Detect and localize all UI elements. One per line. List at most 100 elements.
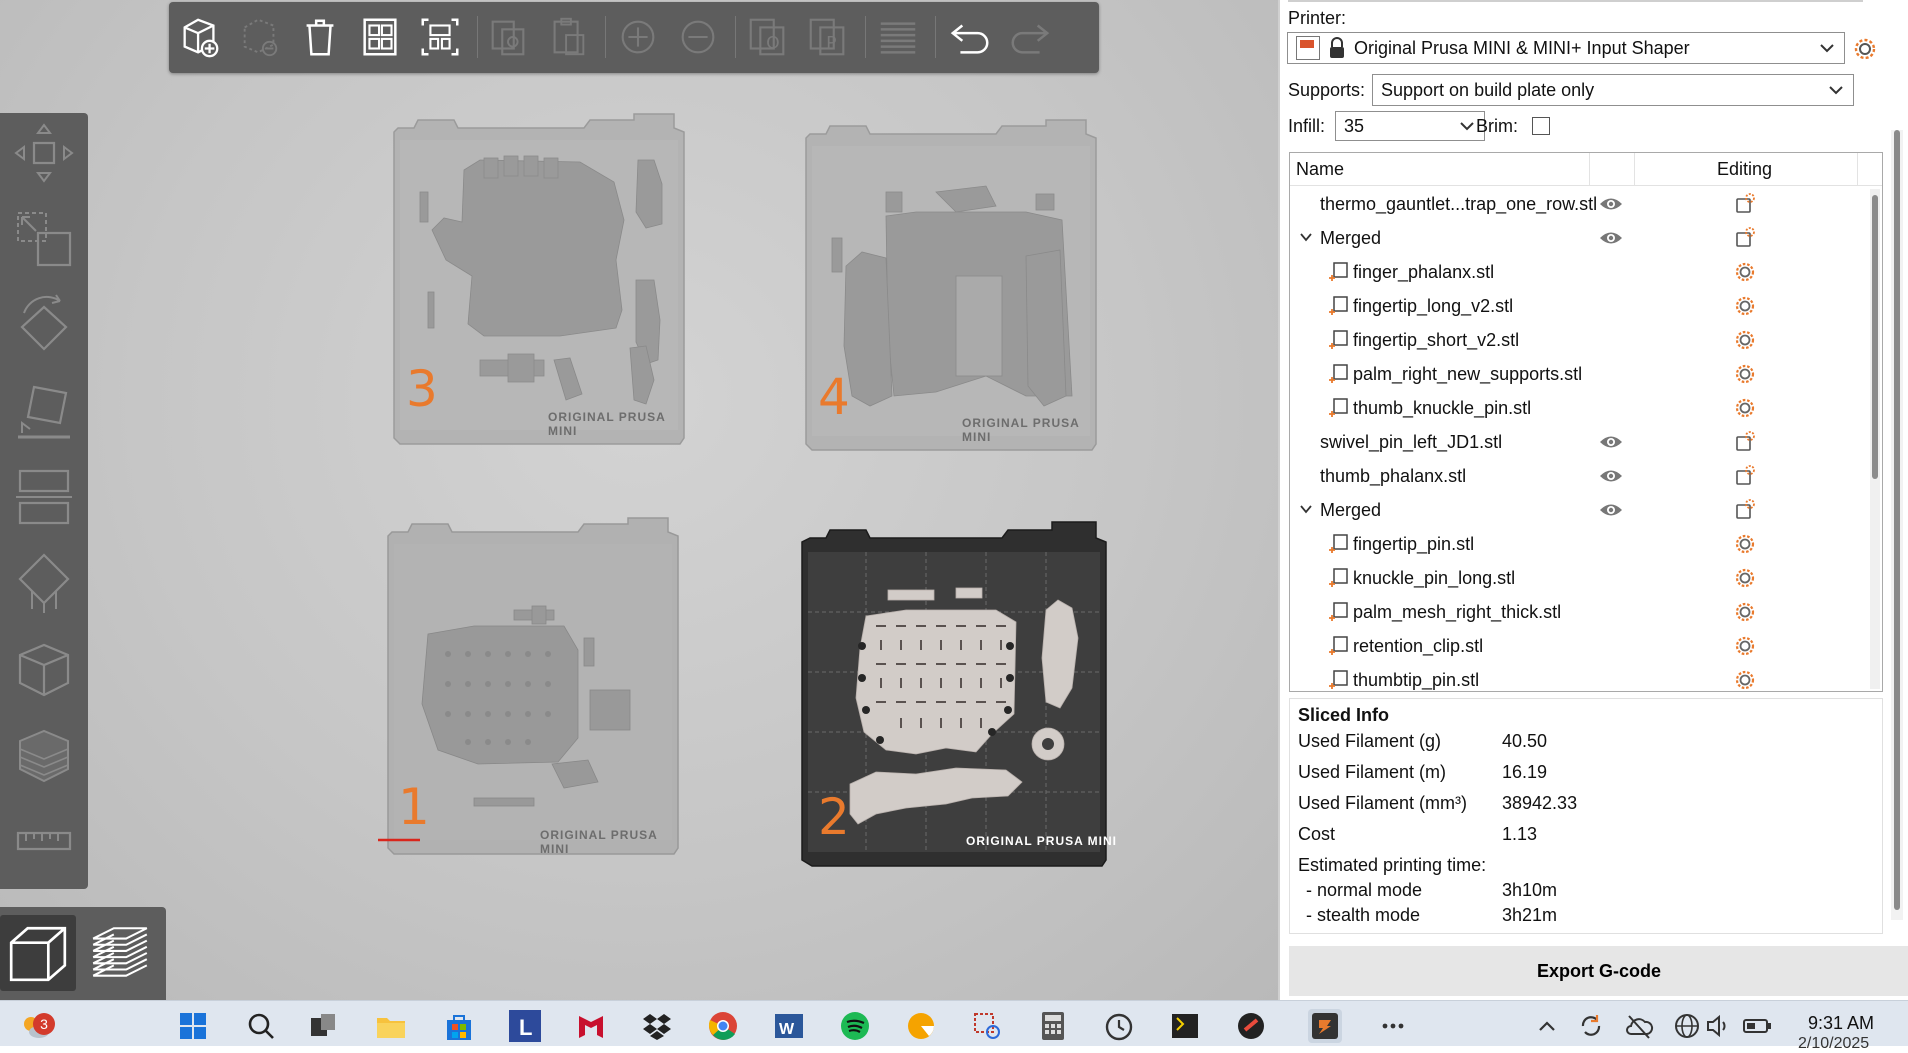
- object-row[interactable]: thumb_phalanx.stl: [1290, 459, 1865, 493]
- dropbox-icon[interactable]: [640, 1009, 674, 1043]
- infill-select[interactable]: 35: [1335, 111, 1485, 141]
- visibility-eye-icon[interactable]: [1599, 195, 1623, 213]
- measure-icon[interactable]: [6, 803, 82, 879]
- terminal-icon[interactable]: [1168, 1009, 1202, 1043]
- part-settings-gear-icon[interactable]: [1734, 329, 1756, 351]
- task-view-icon[interactable]: [306, 1009, 340, 1043]
- part-row[interactable]: palm_mesh_right_thick.stl: [1290, 595, 1865, 629]
- bed-3[interactable]: 3 ORIGINAL PRUSA MINI: [384, 110, 696, 448]
- sync-icon[interactable]: [1574, 1009, 1608, 1043]
- app-l-icon[interactable]: L: [508, 1009, 542, 1043]
- word-icon[interactable]: W: [772, 1009, 806, 1043]
- remove-instance-icon[interactable]: [673, 12, 723, 62]
- export-gcode-button[interactable]: Export G-code: [1289, 946, 1908, 996]
- object-row[interactable]: swivel_pin_left_JD1.stl: [1290, 425, 1865, 459]
- part-settings-gear-icon[interactable]: [1734, 295, 1756, 317]
- part-row[interactable]: fingertip_short_v2.stl: [1290, 323, 1865, 357]
- rotate-icon[interactable]: [6, 287, 82, 363]
- part-row[interactable]: thumb_knuckle_pin.stl: [1290, 391, 1865, 425]
- search-icon[interactable]: [244, 1009, 278, 1043]
- arrange-selection-icon[interactable]: [415, 12, 465, 62]
- calculator-icon[interactable]: [1036, 1009, 1070, 1043]
- preview-layers-icon[interactable]: [82, 915, 158, 991]
- part-settings-gear-icon[interactable]: [1734, 533, 1756, 555]
- spotify-icon[interactable]: [838, 1009, 872, 1043]
- more-apps-icon[interactable]: [1376, 1009, 1410, 1043]
- seam-painting-icon[interactable]: [6, 631, 82, 707]
- bed-4[interactable]: 4 ORIGINAL PRUSA MINI: [796, 116, 1108, 454]
- scale-icon[interactable]: [6, 201, 82, 277]
- part-row[interactable]: knuckle_pin_long.stl: [1290, 561, 1865, 595]
- cut-icon[interactable]: [6, 459, 82, 535]
- 3d-view-icon[interactable]: [0, 915, 76, 991]
- tray-chevron-up-icon[interactable]: [1530, 1009, 1564, 1043]
- add-icon[interactable]: [175, 12, 225, 62]
- part-row[interactable]: retention_clip.stl: [1290, 629, 1865, 663]
- visibility-eye-icon[interactable]: [1599, 229, 1623, 247]
- part-settings-gear-icon[interactable]: [1734, 669, 1756, 691]
- language-globe-icon[interactable]: [1670, 1009, 1704, 1043]
- taskbar-clock-time[interactable]: 9:31 AM: [1808, 1013, 1874, 1034]
- undo-icon[interactable]: [945, 12, 995, 62]
- object-list-scrollbar[interactable]: [1870, 189, 1880, 689]
- part-settings-gear-icon[interactable]: [1734, 261, 1756, 283]
- layers-editing-icon[interactable]: [873, 12, 923, 62]
- object-row[interactable]: Merged: [1290, 221, 1865, 255]
- windows-start-icon[interactable]: [176, 1009, 210, 1043]
- part-row[interactable]: fingertip_long_v2.stl: [1290, 289, 1865, 323]
- part-settings-gear-icon[interactable]: [1734, 567, 1756, 589]
- redo-icon[interactable]: [1005, 12, 1055, 62]
- part-settings-gear-icon[interactable]: [1734, 601, 1756, 623]
- object-settings-icon[interactable]: [1734, 227, 1756, 249]
- paste-icon[interactable]: [543, 12, 593, 62]
- visibility-eye-icon[interactable]: [1599, 467, 1623, 485]
- bed-2[interactable]: 2 ORIGINAL PRUSA MINI: [796, 518, 1118, 872]
- add-instance-icon[interactable]: [613, 12, 663, 62]
- arrange-icon[interactable]: [355, 12, 405, 62]
- brim-checkbox[interactable]: [1532, 117, 1550, 135]
- delete-all-icon[interactable]: [295, 12, 345, 62]
- move-icon[interactable]: [6, 115, 82, 191]
- variable-layer-icon[interactable]: [6, 717, 82, 793]
- bed-1[interactable]: 1 ORIGINAL PRUSA MINI: [378, 514, 690, 860]
- part-row[interactable]: palm_right_new_supports.stl: [1290, 357, 1865, 391]
- mcafee-icon[interactable]: [574, 1009, 608, 1043]
- microsoft-store-icon[interactable]: [442, 1009, 476, 1043]
- part-settings-gear-icon[interactable]: [1734, 397, 1756, 419]
- copy-icon[interactable]: [483, 12, 533, 62]
- 3d-viewport[interactable]: O P 3 ORIGINAL PRUSA MINI 4 ORIGINAL PRU…: [0, 0, 1278, 1000]
- visibility-eye-icon[interactable]: [1599, 433, 1623, 451]
- part-row[interactable]: fingertip_pin.stl: [1290, 527, 1865, 561]
- volume-icon[interactable]: [1702, 1009, 1736, 1043]
- app-red-circle-icon[interactable]: [1234, 1009, 1268, 1043]
- column-header-editing[interactable]: Editing: [1717, 159, 1772, 180]
- panel-scrollbar[interactable]: [1891, 130, 1903, 920]
- battery-icon[interactable]: [1740, 1009, 1774, 1043]
- clock-app-icon[interactable]: [1102, 1009, 1136, 1043]
- chrome-icon[interactable]: [706, 1009, 740, 1043]
- column-header-name[interactable]: Name: [1296, 159, 1344, 180]
- visibility-eye-icon[interactable]: [1599, 501, 1623, 519]
- object-settings-icon[interactable]: [1734, 499, 1756, 521]
- part-settings-gear-icon[interactable]: [1734, 635, 1756, 657]
- part-row[interactable]: finger_phalanx.stl: [1290, 255, 1865, 289]
- split-parts-icon[interactable]: P: [803, 12, 853, 62]
- split-objects-icon[interactable]: O: [743, 12, 793, 62]
- object-row[interactable]: Merged: [1290, 493, 1865, 527]
- place-on-face-icon[interactable]: [6, 373, 82, 449]
- cloud-offline-icon[interactable]: [1622, 1009, 1656, 1043]
- delete-icon[interactable]: [235, 12, 285, 62]
- supports-select[interactable]: Support on build plate only: [1372, 74, 1854, 106]
- printer-settings-gear-icon[interactable]: [1852, 36, 1878, 62]
- object-settings-icon[interactable]: [1734, 431, 1756, 453]
- app-pie-icon[interactable]: [904, 1009, 938, 1043]
- object-settings-icon[interactable]: [1734, 465, 1756, 487]
- part-settings-gear-icon[interactable]: [1734, 363, 1756, 385]
- snipping-tool-icon[interactable]: [970, 1009, 1004, 1043]
- expand-chevron-icon[interactable]: [1298, 501, 1314, 517]
- expand-chevron-icon[interactable]: [1298, 229, 1314, 245]
- printer-select[interactable]: Original Prusa MINI & MINI+ Input Shaper: [1287, 32, 1845, 64]
- object-settings-icon[interactable]: [1734, 193, 1756, 215]
- part-row[interactable]: thumbtip_pin.stl: [1290, 663, 1865, 691]
- object-row[interactable]: thermo_gauntlet...trap_one_row.stl: [1290, 187, 1865, 221]
